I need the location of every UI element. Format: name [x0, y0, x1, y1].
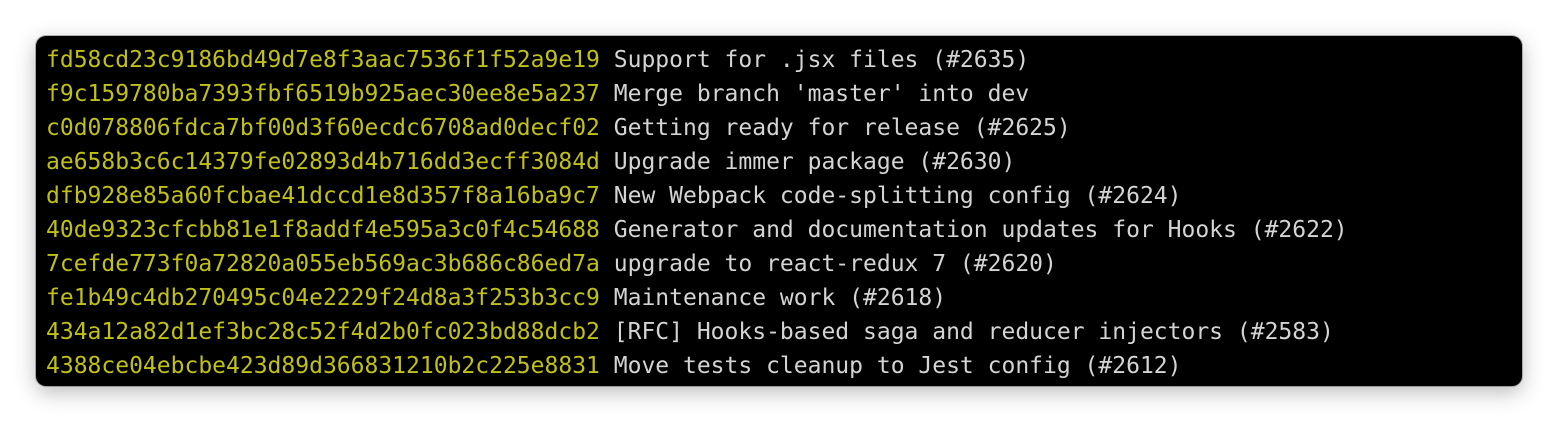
commit-hash: c0d078806fdca7bf00d3f60ecdc6708ad0decf02	[46, 115, 600, 141]
commit-message: Generator and documentation updates for …	[613, 217, 1348, 243]
commit-hash: 7cefde773f0a72820a055eb569ac3b686c86ed7a	[46, 251, 600, 277]
commit-hash: 4388ce04ebcbe423d89d366831210b2c225e8831	[46, 353, 600, 379]
commit-hash: ae658b3c6c14379fe02893d4b716dd3ecff3084d	[46, 149, 600, 175]
commit-hash: fe1b49c4db270495c04e2229f24d8a3f253b3cc9	[46, 285, 600, 311]
commit-line: f9c159780ba7393fbf6519b925aec30ee8e5a237…	[46, 77, 1522, 111]
commit-line: fd58cd23c9186bd49d7e8f3aac7536f1f52a9e19…	[46, 43, 1522, 77]
commit-message: Upgrade immer package (#2630)	[613, 149, 1016, 175]
commit-message: Maintenance work (#2618)	[613, 285, 947, 311]
commit-message: Support for .jsx files (#2635)	[613, 47, 1030, 73]
commit-line: 7cefde773f0a72820a055eb569ac3b686c86ed7a…	[46, 247, 1522, 281]
commit-message: upgrade to react-redux 7 (#2620)	[613, 251, 1057, 277]
commit-line: 434a12a82d1ef3bc28c52f4d2b0fc023bd88dcb2…	[46, 315, 1522, 349]
commit-hash: 40de9323cfcbb81e1f8addf4e595a3c0f4c54688	[46, 217, 600, 243]
commit-line: 40de9323cfcbb81e1f8addf4e595a3c0f4c54688…	[46, 213, 1522, 247]
commit-message: Merge branch 'master' into dev	[613, 81, 1030, 107]
commit-message: New Webpack code-splitting config (#2624…	[613, 183, 1182, 209]
commit-hash: 434a12a82d1ef3bc28c52f4d2b0fc023bd88dcb2	[46, 319, 600, 345]
commit-message: [RFC] Hooks-based saga and reducer injec…	[613, 319, 1334, 345]
commit-line: c0d078806fdca7bf00d3f60ecdc6708ad0decf02…	[46, 111, 1522, 145]
commit-hash: f9c159780ba7393fbf6519b925aec30ee8e5a237	[46, 81, 600, 107]
terminal-window[interactable]: fd58cd23c9186bd49d7e8f3aac7536f1f52a9e19…	[36, 36, 1522, 386]
commit-line: dfb928e85a60fcbae41dccd1e8d357f8a16ba9c7…	[46, 179, 1522, 213]
commit-hash: fd58cd23c9186bd49d7e8f3aac7536f1f52a9e19	[46, 47, 600, 73]
commit-line: ae658b3c6c14379fe02893d4b716dd3ecff3084d…	[46, 145, 1522, 179]
commit-hash: dfb928e85a60fcbae41dccd1e8d357f8a16ba9c7	[46, 183, 600, 209]
commit-line: fe1b49c4db270495c04e2229f24d8a3f253b3cc9…	[46, 281, 1522, 315]
commit-message: Move tests cleanup to Jest config (#2612…	[613, 353, 1182, 379]
commit-message: Getting ready for release (#2625)	[613, 115, 1071, 141]
commit-line: 4388ce04ebcbe423d89d366831210b2c225e8831…	[46, 349, 1522, 383]
